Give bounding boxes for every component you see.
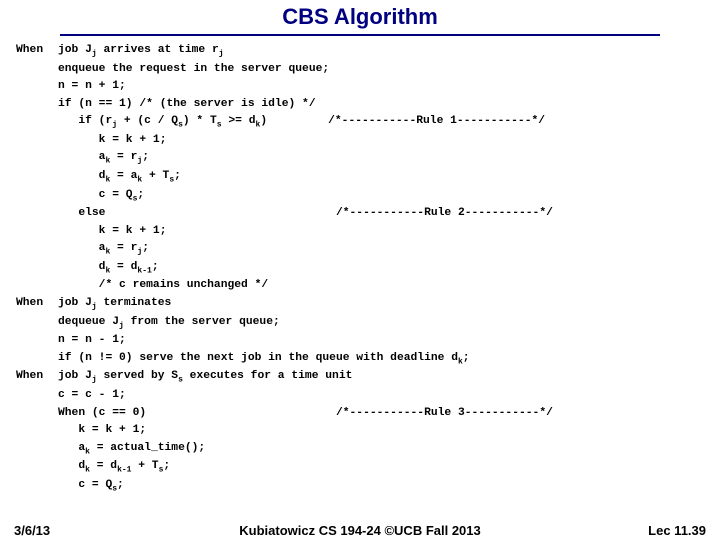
code-line: c = c - 1; xyxy=(58,387,553,405)
code-line: ak = rj; xyxy=(58,149,553,168)
code-line: /* c remains unchanged */ xyxy=(58,277,553,295)
code-line: dk = dk-1 + Ts; xyxy=(58,458,553,477)
slide-footer: 3/6/13 Kubiatowicz CS 194-24 ©UCB Fall 2… xyxy=(0,523,720,538)
algorithm-table: When job Jj arrives at time rj enqueue t… xyxy=(16,42,553,495)
code-line: dk = ak + Ts; xyxy=(58,168,553,187)
code-line: c = Qs; xyxy=(58,477,553,496)
code-line: c = Qs; xyxy=(58,187,553,206)
code-line: k = k + 1; xyxy=(58,132,553,150)
code-line: if (n == 1) /* (the server is idle) */ xyxy=(58,96,553,114)
footer-lecture: Lec 11.39 xyxy=(648,523,706,538)
when-label-1: When xyxy=(16,42,58,61)
code-line: When (c == 0) /*-----------Rule 3-------… xyxy=(58,405,553,423)
code-line: job Jj served by Ss executes for a time … xyxy=(58,368,553,387)
code-line: else /*-----------Rule 2-----------*/ xyxy=(58,205,553,223)
code-line: if (n != 0) serve the next job in the qu… xyxy=(58,350,553,369)
code-line: job Jj arrives at time rj xyxy=(58,42,553,61)
algorithm-content: When job Jj arrives at time rj enqueue t… xyxy=(0,42,720,495)
code-line: if (rj + (c / Qs) * Ts >= dk) /*--------… xyxy=(58,113,553,132)
code-line: n = n + 1; xyxy=(58,78,553,96)
code-line: enqueue the request in the server queue; xyxy=(58,61,553,79)
title-divider xyxy=(60,34,660,36)
footer-course: Kubiatowicz CS 194-24 ©UCB Fall 2013 xyxy=(0,523,720,538)
code-line: job Jj terminates xyxy=(58,295,553,314)
code-line: n = n - 1; xyxy=(58,332,553,350)
code-line: k = k + 1; xyxy=(58,223,553,241)
when-label-3: When xyxy=(16,368,58,387)
page-title: CBS Algorithm xyxy=(0,4,720,30)
code-line: ak = actual_time(); xyxy=(58,440,553,459)
when-label-2: When xyxy=(16,295,58,314)
code-line: k = k + 1; xyxy=(58,422,553,440)
code-line: dequeue Jj from the server queue; xyxy=(58,314,553,333)
code-line: dk = dk-1; xyxy=(58,259,553,278)
code-line: ak = rj; xyxy=(58,240,553,259)
footer-date: 3/6/13 xyxy=(14,523,50,538)
